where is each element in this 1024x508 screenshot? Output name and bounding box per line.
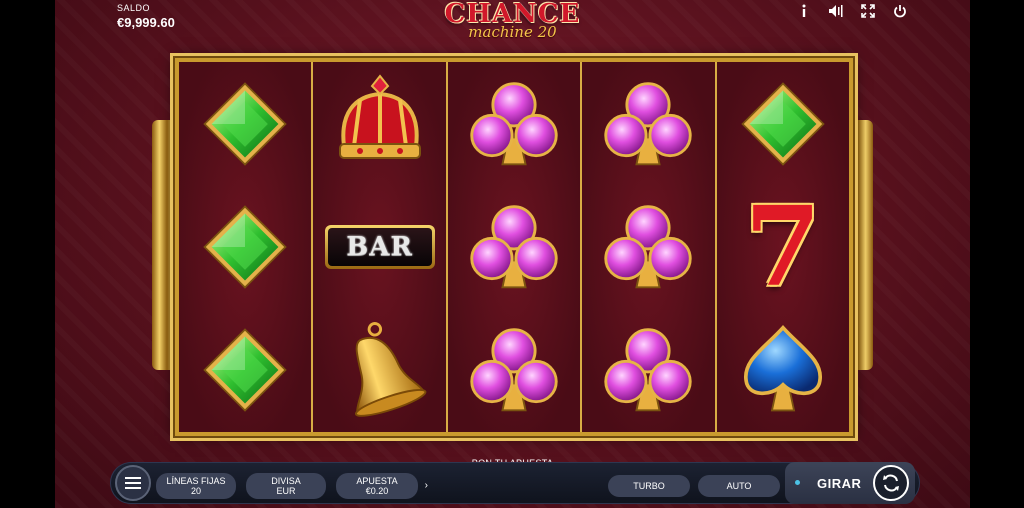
- bar-symbol: BAR: [324, 224, 435, 269]
- menu-icon: [125, 477, 141, 489]
- chevron-right-icon: ›: [424, 480, 428, 491]
- game-stage: SALDO €9,999.60 CHANCE machine 20 BAR 7 …: [55, 0, 970, 508]
- balance-display: SALDO €9,999.60: [117, 3, 175, 30]
- crown-symbol: [325, 69, 435, 179]
- turbo-label: TURBO: [633, 481, 665, 491]
- reel-1: [179, 62, 314, 432]
- purple-club-symbol: [593, 315, 703, 425]
- reel-4: [582, 62, 717, 432]
- currency-label: DIVISA: [271, 476, 301, 486]
- green-diamond-symbol: [190, 315, 300, 425]
- sound-icon[interactable]: [826, 2, 846, 20]
- fixed-lines-label: LÍNEAS FIJAS: [166, 476, 226, 486]
- purple-club-symbol: [459, 69, 569, 179]
- top-toolbar: [794, 2, 910, 20]
- bell-symbol: [325, 315, 435, 425]
- seven-symbol: 7: [744, 181, 822, 311]
- turbo-button[interactable]: TURBO: [608, 475, 690, 497]
- balance-label: SALDO: [117, 3, 151, 13]
- green-diamond-symbol: [190, 69, 300, 179]
- red-seven-symbol: 7: [728, 181, 838, 311]
- spin-indicator: [795, 480, 800, 485]
- fixed-lines-value: 20: [190, 486, 201, 496]
- balance-value: €9,999.60: [117, 15, 175, 30]
- purple-club-symbol: [593, 69, 703, 179]
- game-logo: CHANCE machine 20: [430, 1, 595, 40]
- bar-symbol: BAR: [324, 192, 435, 302]
- spin-button[interactable]: GIRAR: [785, 462, 915, 504]
- purple-club-symbol: [459, 192, 569, 302]
- currency-value: EUR: [276, 486, 296, 496]
- auto-button[interactable]: AUTO: [698, 475, 780, 497]
- reel-5: 7: [716, 62, 850, 432]
- auto-label: AUTO: [726, 481, 752, 491]
- spin-circle: [873, 465, 909, 501]
- currency-button[interactable]: DIVISA EUR: [246, 473, 326, 499]
- spin-label: GIRAR: [817, 475, 862, 491]
- menu-button[interactable]: [115, 465, 151, 501]
- purple-club-symbol: [593, 192, 703, 302]
- blue-spade-symbol: [728, 315, 838, 425]
- fullscreen-icon[interactable]: [858, 2, 878, 20]
- fixed-lines-button[interactable]: LÍNEAS FIJAS 20: [156, 473, 236, 499]
- bet-button[interactable]: APUESTA €0.20 ›: [336, 473, 428, 499]
- refresh-icon: [883, 474, 899, 492]
- bet-value: €0.20: [365, 486, 389, 496]
- bar-label: BAR: [346, 231, 413, 262]
- reel-3: [447, 62, 583, 432]
- green-diamond-symbol: [728, 69, 838, 179]
- purple-club-symbol: [459, 315, 569, 425]
- bet-label: APUESTA: [356, 476, 398, 486]
- green-diamond-symbol: [190, 192, 300, 302]
- reel-2: BAR: [313, 62, 448, 432]
- reels-frame: BAR 7: [175, 58, 853, 436]
- info-icon[interactable]: [794, 2, 814, 20]
- power-icon[interactable]: [890, 2, 910, 20]
